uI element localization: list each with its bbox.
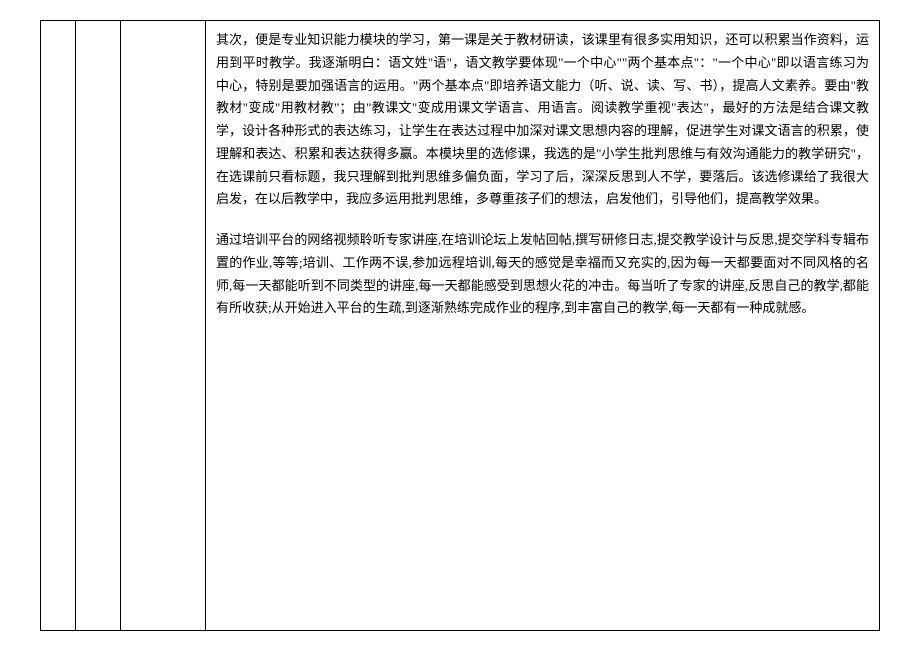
table-cell-2 [76, 21, 121, 631]
document-table: 其次，便是专业知识能力模块的学习，第一课是关于教材研读，该课里有很多实用知识，还… [40, 20, 880, 631]
paragraph-2: 通过培训平台的网络视频聆听专家讲座,在培训论坛上发帖回帖,撰写研修日志,提交教学… [216, 229, 869, 320]
table-cell-3 [121, 21, 206, 631]
table-cell-content: 其次，便是专业知识能力模块的学习，第一课是关于教材研读，该课里有很多实用知识，还… [206, 21, 880, 631]
table-cell-1 [41, 21, 76, 631]
table-row: 其次，便是专业知识能力模块的学习，第一课是关于教材研读，该课里有很多实用知识，还… [41, 21, 880, 631]
paragraph-1: 其次，便是专业知识能力模块的学习，第一课是关于教材研读，该课里有很多实用知识，还… [216, 29, 869, 211]
